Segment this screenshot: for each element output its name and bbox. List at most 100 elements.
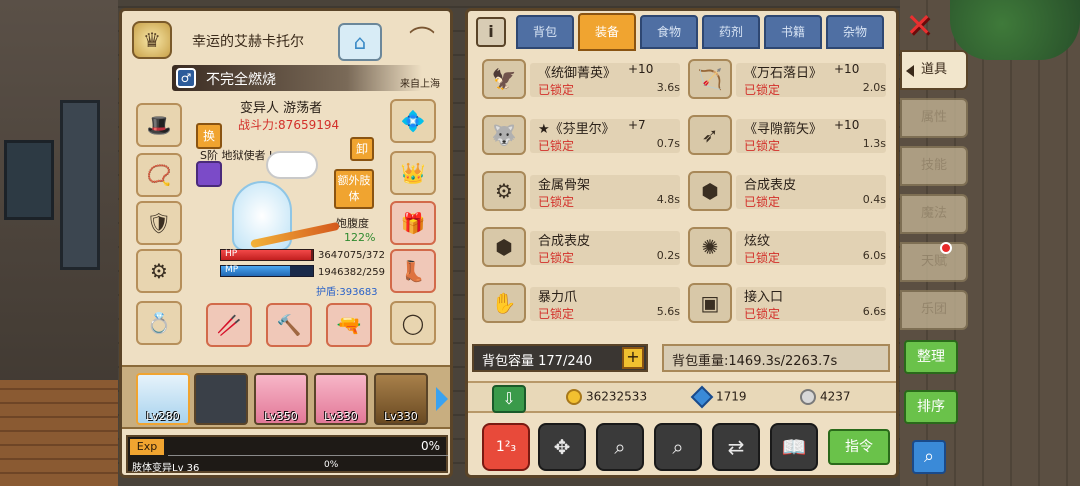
- inventory-item[interactable]: ⬢ 合成表皮 已锁定 0.4s: [688, 171, 886, 211]
- move-icon[interactable]: ✥: [538, 423, 586, 471]
- inventory-item[interactable]: ▣ 接入口 已锁定 6.6s: [688, 283, 886, 323]
- currency-row: ⇩ 36232533 1719 4237: [468, 381, 896, 413]
- inventory-item[interactable]: 🏹 《万石落日》 +10 已锁定 2.0s: [688, 59, 886, 99]
- inventory-item[interactable]: ✺ 炫纹 已锁定 6.0s: [688, 227, 886, 267]
- command-button[interactable]: 指令: [828, 429, 890, 465]
- gem-value: 1719: [716, 389, 747, 404]
- character-title-row: ♛ 幸运的艾赫卡托尔 ⌂ ⌒: [128, 17, 448, 61]
- magnifier-icon[interactable]: ⌕: [912, 440, 946, 474]
- team-next-arrow-icon[interactable]: [436, 387, 448, 411]
- side-tab-skills[interactable]: 技能: [900, 146, 968, 186]
- item-lock-status: 已锁定: [538, 195, 575, 209]
- swap-icon[interactable]: ⇄: [712, 423, 760, 471]
- gold-value: 36232533: [586, 389, 648, 404]
- item-lock-status: 已锁定: [538, 307, 575, 321]
- chest-slot-icon[interactable]: 🎁: [390, 201, 436, 245]
- team-member-1[interactable]: Lv280: [136, 373, 190, 425]
- hanger-icon[interactable]: ⌒: [394, 23, 450, 61]
- crystal-slot-icon[interactable]: 💠: [390, 99, 436, 143]
- item-enhance-level: +10: [834, 62, 860, 76]
- item-icon: 🦅: [482, 59, 526, 99]
- item-time: 1.3s: [862, 137, 886, 150]
- item-lock-status: 已锁定: [538, 139, 575, 153]
- number-sort-icon[interactable]: 1²₃: [482, 423, 530, 471]
- mp-label: MP: [225, 265, 239, 275]
- wand-slot-icon[interactable]: 🔨: [266, 303, 312, 347]
- item-name: 《统御菁英》: [538, 66, 617, 81]
- team-member-3[interactable]: Lv350: [254, 373, 308, 425]
- side-tab-items[interactable]: 道具: [900, 50, 968, 90]
- item-enhance-level: +10: [628, 62, 654, 76]
- item-lock-status: 已锁定: [744, 139, 781, 153]
- team-member-5[interactable]: Lv330: [374, 373, 428, 425]
- extra-limbs-button[interactable]: 额外肢体: [334, 169, 374, 209]
- tab-food[interactable]: 食物: [640, 15, 698, 49]
- status-bar: ♂ 不完全燃烧: [172, 65, 422, 91]
- close-icon[interactable]: ✕: [902, 9, 936, 44]
- organize-button[interactable]: 整理: [904, 340, 958, 374]
- unequip-button[interactable]: 卸: [350, 137, 374, 161]
- inspect-icon[interactable]: ⌕: [654, 423, 702, 471]
- item-icon: ⬢: [688, 171, 732, 211]
- side-tab-band[interactable]: 乐团: [900, 290, 968, 330]
- hp-bar: HP: [220, 249, 314, 261]
- gem-currency: 1719: [690, 385, 747, 409]
- staff-slot-icon[interactable]: 🥢: [206, 303, 252, 347]
- tab-potions[interactable]: 药剂: [702, 15, 760, 49]
- skill-percent: 0%: [324, 460, 339, 470]
- boots-slot-icon[interactable]: 👢: [390, 249, 436, 293]
- item-enhance-level: +10: [834, 118, 860, 132]
- side-tab-magic[interactable]: 魔法: [900, 194, 968, 234]
- tab-backpack[interactable]: 背包: [516, 15, 574, 49]
- inventory-item[interactable]: 🦅 《统御菁英》 +10 已锁定 3.6s: [482, 59, 680, 99]
- world-wood-floor: [0, 380, 118, 486]
- character-sprite[interactable]: [210, 167, 340, 259]
- item-lock-status: 已锁定: [744, 195, 781, 209]
- team-member-4[interactable]: Lv330: [314, 373, 368, 425]
- item-name: 《寻隙箭矢》: [744, 122, 823, 137]
- tab-equipment[interactable]: 装备: [578, 13, 636, 51]
- hp-label: HP: [225, 249, 238, 259]
- capacity-text: 背包容量 177/240: [482, 354, 593, 369]
- sort-button[interactable]: 排序: [904, 390, 958, 424]
- item-icon: ⚙: [482, 171, 526, 211]
- world-pillar: [60, 100, 100, 270]
- inventory-item[interactable]: 🐺 ★《芬里尔》 +7 已锁定 0.7s: [482, 115, 680, 155]
- item-lock-status: 已锁定: [744, 307, 781, 321]
- gun-slot-icon[interactable]: 🔫: [326, 303, 372, 347]
- armor-slot-icon[interactable]: 🛡: [136, 201, 182, 245]
- inventory-item[interactable]: ✋ 暴力爪 已锁定 5.6s: [482, 283, 680, 323]
- download-icon[interactable]: ⇩: [492, 385, 526, 413]
- item-name: 金属骨架: [538, 178, 591, 193]
- satiety-value: 122%: [344, 231, 376, 244]
- item-icon: ✋: [482, 283, 526, 323]
- shield-value: 护盾:393683: [316, 287, 378, 298]
- necklace-slot-icon[interactable]: 📿: [136, 153, 182, 197]
- item-icon: 🐺: [482, 115, 526, 155]
- side-tab-attributes[interactable]: 属性: [900, 98, 968, 138]
- world-tree: [950, 0, 1080, 60]
- crown-slot-icon[interactable]: 👑: [390, 151, 436, 195]
- info-icon[interactable]: i: [476, 17, 506, 47]
- ring-slot-icon[interactable]: 💍: [136, 301, 182, 345]
- hat-slot-icon[interactable]: 🎩: [136, 103, 182, 147]
- book-icon[interactable]: 📖: [770, 423, 818, 471]
- item-lock-status: 已锁定: [538, 83, 575, 97]
- team-member-2[interactable]: [194, 373, 248, 425]
- item-time: 4.8s: [656, 193, 680, 206]
- item-time: 0.2s: [656, 249, 680, 262]
- portal-icon[interactable]: ⌂: [338, 23, 382, 61]
- tab-books[interactable]: 书籍: [764, 15, 822, 49]
- inventory-item[interactable]: ⚙ 金属骨架已锁定 4.8s: [482, 171, 680, 211]
- inventory-item[interactable]: ⬢ 合成表皮 已锁定 0.2s: [482, 227, 680, 267]
- search-icon[interactable]: ⌕: [596, 423, 644, 471]
- belt-slot-icon[interactable]: ⚙: [136, 249, 182, 293]
- bracelet-slot-icon[interactable]: ◯: [390, 301, 436, 345]
- side-tab-talent[interactable]: 天赋: [900, 242, 968, 282]
- swap-button[interactable]: 换: [196, 123, 222, 149]
- expand-capacity-button[interactable]: +: [622, 347, 644, 369]
- class-emblem-icon[interactable]: ♛: [132, 21, 172, 59]
- inventory-item[interactable]: ➶ 《寻隙箭矢》 +10 已锁定 1.3s: [688, 115, 886, 155]
- item-time: 0.7s: [656, 137, 680, 150]
- tab-misc[interactable]: 杂物: [826, 15, 884, 49]
